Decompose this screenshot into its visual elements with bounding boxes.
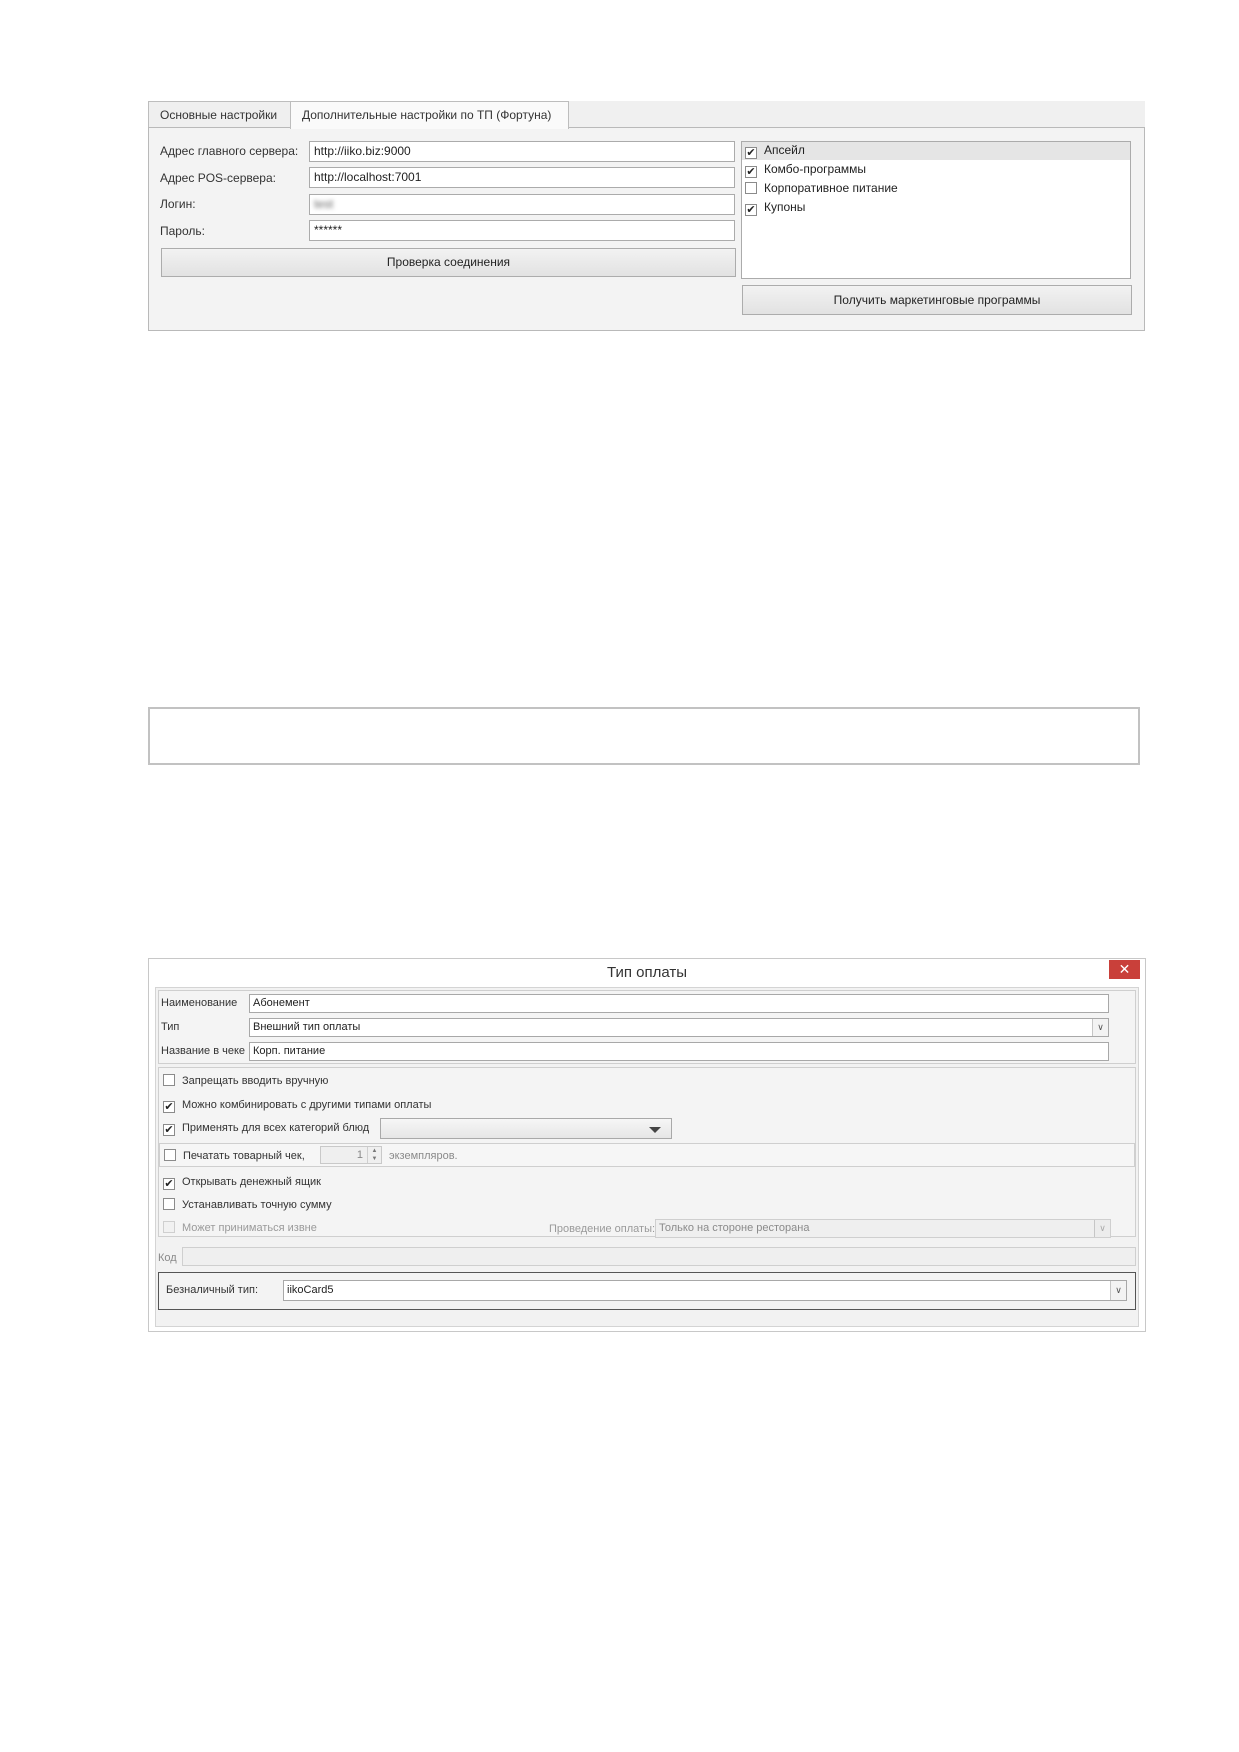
program-item-corporate[interactable]: Корпоративное питание: [745, 180, 898, 198]
login-label: Логин:: [160, 197, 196, 211]
receipt-name-input[interactable]: Корп. питание: [249, 1042, 1109, 1061]
main-server-label: Адрес главного сервера:: [160, 144, 299, 158]
checkbox-icon[interactable]: ✔: [163, 1101, 175, 1113]
checkbox-label: Открывать денежный ящик: [182, 1176, 321, 1188]
settings-panel: Основные настройки Дополнительные настро…: [148, 101, 1145, 331]
checkbox-label: Запрещать вводить вручную: [182, 1075, 329, 1087]
program-label: Корпоративное питание: [764, 181, 898, 195]
program-label: Комбо-программы: [764, 162, 867, 176]
open-drawer-checkbox[interactable]: ✔ Открывать денежный ящик: [163, 1175, 321, 1191]
checkbox-icon[interactable]: [163, 1221, 175, 1233]
categories-dropdown[interactable]: [380, 1118, 672, 1139]
copies-suffix: экземпляров.: [389, 1150, 458, 1162]
name-label: Наименование: [161, 997, 238, 1009]
password-input[interactable]: ******: [309, 220, 735, 241]
empty-frame: [148, 707, 1140, 765]
checkbox-label: Может приниматься извне: [182, 1222, 317, 1234]
main-fields-group: Наименование Абонемент Тип Внешний тип о…: [158, 990, 1136, 1064]
cashless-type-label: Безналичный тип:: [166, 1284, 259, 1296]
dialog-title: Тип оплаты: [606, 964, 688, 981]
cashless-type-select[interactable]: iikoCard5 ∨: [283, 1280, 1127, 1301]
program-label: Апсейл: [764, 143, 805, 157]
checkbox-icon[interactable]: [164, 1149, 176, 1161]
type-value: Внешний тип оплаты: [253, 1021, 361, 1033]
forbid-manual-checkbox[interactable]: Запрещать вводить вручную: [163, 1074, 328, 1090]
code-input[interactable]: [182, 1247, 1136, 1266]
pos-server-label: Адрес POS-сервера:: [160, 171, 276, 185]
cashless-group: Безналичный тип: iikoCard5 ∨: [158, 1272, 1136, 1310]
program-item-coupons[interactable]: ✔ Купоны: [745, 199, 805, 217]
checkbox-icon[interactable]: ✔: [745, 166, 757, 178]
checkbox-label: Печатать товарный чек,: [183, 1150, 305, 1162]
checkbox-icon[interactable]: [163, 1074, 175, 1086]
tab-strip: Основные настройки Дополнительные настро…: [148, 101, 1145, 129]
checkbox-icon[interactable]: ✔: [163, 1124, 175, 1136]
checkbox-icon[interactable]: ✔: [163, 1178, 175, 1190]
receipt-name-label: Название в чеке: [161, 1045, 246, 1057]
print-receipt-checkbox[interactable]: Печатать товарный чек,: [164, 1149, 305, 1165]
check-connection-button[interactable]: Проверка соединения: [161, 248, 736, 277]
program-label: Купоны: [764, 200, 806, 214]
chevron-down-icon[interactable]: ∨: [1094, 1220, 1110, 1237]
login-value: test: [314, 197, 334, 211]
processing-select[interactable]: Только на стороне ресторана ∨: [655, 1219, 1111, 1238]
tab-extra-settings[interactable]: Дополнительные настройки по ТП (Фортуна): [290, 101, 569, 129]
all-categories-checkbox[interactable]: ✔ Применять для всех категорий блюд: [163, 1121, 369, 1137]
checkbox-label: Можно комбинировать с другими типами опл…: [182, 1099, 432, 1111]
print-receipt-row: Печатать товарный чек, 1 ▲ ▼ экземпляров.: [159, 1143, 1135, 1167]
type-label: Тип: [161, 1021, 180, 1033]
chevron-down-icon[interactable]: ∨: [1110, 1281, 1126, 1300]
code-label: Код: [158, 1252, 177, 1264]
checkbox-icon[interactable]: ✔: [745, 204, 757, 216]
close-icon[interactable]: ✕: [1109, 960, 1140, 979]
dropdown-arrow-icon[interactable]: [649, 1127, 661, 1133]
pos-server-input[interactable]: http://localhost:7001: [309, 167, 735, 188]
stepper-arrows-icon[interactable]: ▲ ▼: [367, 1147, 381, 1163]
checkbox-icon[interactable]: ✔: [745, 147, 757, 159]
payment-type-dialog: Тип оплаты ✕ Наименование Абонемент Тип …: [148, 958, 1146, 1332]
name-input[interactable]: Абонемент: [249, 994, 1109, 1013]
dialog-body: Наименование Абонемент Тип Внешний тип о…: [155, 987, 1139, 1327]
checkbox-label: Устанавливать точную сумму: [182, 1199, 332, 1211]
chevron-down-icon[interactable]: ∨: [1092, 1019, 1108, 1036]
checkbox-icon[interactable]: [745, 182, 757, 194]
get-marketing-programs-button[interactable]: Получить маркетинговые программы: [742, 285, 1132, 315]
tab-main-settings[interactable]: Основные настройки: [148, 101, 291, 128]
processing-value: Только на стороне ресторана: [659, 1222, 810, 1234]
combine-checkbox[interactable]: ✔ Можно комбинировать с другими типами оп…: [163, 1098, 431, 1114]
login-input[interactable]: test: [309, 194, 735, 215]
copies-value: 1: [356, 1149, 363, 1161]
type-select[interactable]: Внешний тип оплаты ∨: [249, 1018, 1109, 1037]
options-group: Запрещать вводить вручную ✔ Можно комбини…: [158, 1067, 1136, 1238]
marketing-programs-list[interactable]: ✔ Апсейл ✔ Комбо-программы Корпоративное п…: [741, 141, 1131, 279]
copies-stepper[interactable]: 1 ▲ ▼: [320, 1146, 382, 1164]
external-checkbox[interactable]: Может приниматься извне: [163, 1221, 317, 1237]
cashless-type-value: iikoCard5: [287, 1284, 334, 1296]
checkbox-icon[interactable]: [163, 1198, 175, 1210]
program-item-combo[interactable]: ✔ Комбо-программы: [745, 161, 866, 179]
tab-content: Адрес главного сервера: http://iiko.biz:…: [148, 127, 1145, 331]
password-label: Пароль:: [160, 224, 205, 238]
checkbox-label: Применять для всех категорий блюд: [182, 1122, 370, 1134]
processing-label: Проведение оплаты:: [549, 1223, 656, 1235]
program-item-upsale[interactable]: ✔ Апсейл: [745, 142, 805, 160]
exact-sum-checkbox[interactable]: Устанавливать точную сумму: [163, 1198, 332, 1214]
main-server-input[interactable]: http://iiko.biz:9000: [309, 141, 735, 162]
